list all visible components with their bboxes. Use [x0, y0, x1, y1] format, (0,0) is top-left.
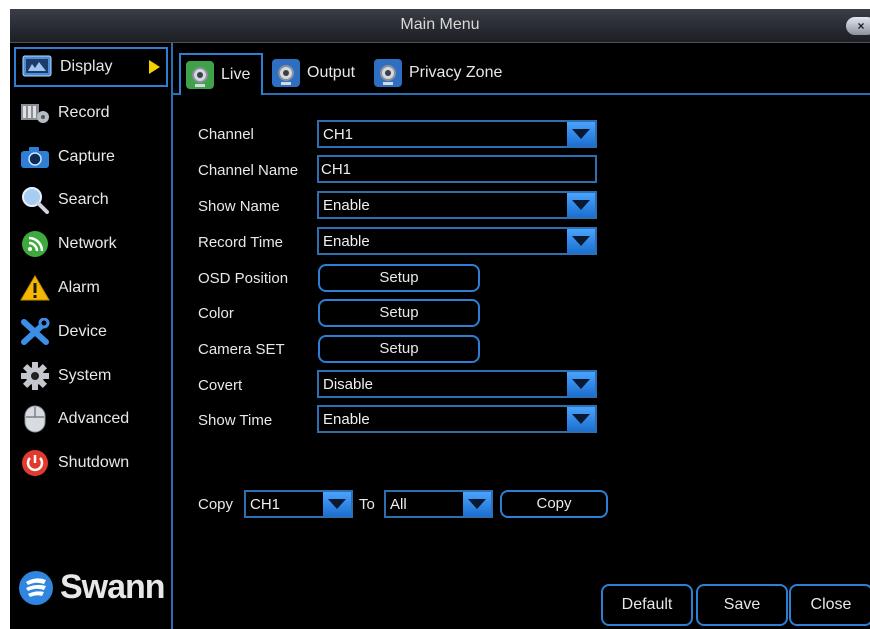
record-time-select[interactable]: Enable	[317, 227, 597, 255]
camera-icon	[20, 142, 50, 172]
show-time-select[interactable]: Enable	[317, 405, 597, 433]
main-menu-window: Main Menu × Display Record Capture Searc…	[10, 9, 870, 629]
channel-name-field[interactable]	[317, 155, 597, 183]
copy-to-select[interactable]: All	[384, 490, 493, 518]
sidebar-item-label: Alarm	[58, 279, 100, 296]
search-icon	[20, 185, 50, 215]
privacy-zone-icon	[374, 59, 402, 87]
chevron-down-icon[interactable]	[567, 229, 595, 253]
copy-button[interactable]: Copy	[500, 490, 608, 518]
sidebar-item-label: Capture	[58, 148, 115, 165]
alarm-icon	[20, 273, 50, 303]
show-name-value: Enable	[323, 196, 370, 214]
color-label: Color	[198, 305, 234, 322]
sidebar-item-alarm[interactable]: Alarm	[14, 268, 168, 308]
sidebar-item-label: Record	[58, 104, 110, 121]
covert-select[interactable]: Disable	[317, 370, 597, 398]
tab-label: Privacy Zone	[409, 64, 503, 81]
sidebar-item-label: Network	[58, 235, 117, 252]
show-time-label: Show Time	[198, 412, 273, 429]
close-button[interactable]: Close	[789, 584, 870, 626]
covert-label: Covert	[198, 377, 243, 394]
sidebar-item-label: Search	[58, 191, 109, 208]
window-title: Main Menu	[400, 16, 480, 33]
sidebar-item-device[interactable]: Device	[14, 312, 168, 352]
channel-name-input[interactable]	[321, 160, 581, 178]
chevron-down-icon[interactable]	[463, 492, 491, 516]
color-setup-button[interactable]: Setup	[318, 299, 480, 327]
chevron-down-icon[interactable]	[567, 193, 595, 217]
gear-icon	[20, 361, 50, 391]
output-icon	[272, 59, 300, 87]
sidebar-item-label: Display	[60, 58, 113, 75]
title-bar: Main Menu ×	[10, 9, 870, 43]
sidebar: Display Record Capture Search Network Al…	[10, 43, 171, 629]
chevron-down-icon[interactable]	[323, 492, 351, 516]
record-time-label: Record Time	[198, 234, 284, 251]
sidebar-item-label: System	[58, 367, 112, 384]
copy-from-value: CH1	[250, 495, 281, 513]
selected-arrow-icon	[149, 60, 160, 74]
sidebar-item-label: Advanced	[58, 410, 130, 427]
chevron-down-icon[interactable]	[567, 122, 595, 146]
tab-privacy-zone[interactable]: Privacy Zone	[369, 53, 519, 93]
chevron-down-icon[interactable]	[567, 407, 595, 431]
osd-position-setup-button[interactable]: Setup	[318, 264, 480, 292]
tab-label: Output	[307, 64, 356, 81]
channel-select[interactable]: CH1	[317, 120, 597, 148]
swann-logo: Swann	[18, 568, 166, 607]
tab-live[interactable]: Live	[179, 53, 263, 95]
sidebar-item-label: Shutdown	[58, 454, 130, 471]
default-button[interactable]: Default	[601, 584, 693, 626]
sidebar-item-search[interactable]: Search	[14, 180, 168, 220]
copy-to-label: To	[359, 496, 375, 513]
swann-logo-icon	[19, 570, 53, 605]
copy-to-value: All	[390, 495, 407, 513]
display-icon	[22, 52, 52, 82]
camera-set-setup-button[interactable]: Setup	[318, 335, 480, 363]
channel-value: CH1	[323, 125, 354, 143]
record-icon	[20, 98, 50, 128]
tab-output[interactable]: Output	[267, 53, 367, 93]
close-icon[interactable]: ×	[846, 17, 870, 35]
sidebar-item-record[interactable]: Record	[14, 93, 168, 133]
copy-from-select[interactable]: CH1	[244, 490, 353, 518]
sidebar-item-display[interactable]: Display	[14, 47, 168, 87]
record-time-value: Enable	[323, 232, 370, 250]
copy-label: Copy	[198, 496, 234, 513]
sidebar-item-system[interactable]: System	[14, 356, 168, 396]
camera-set-label: Camera SET	[198, 341, 285, 358]
chevron-down-icon[interactable]	[567, 372, 595, 396]
power-icon	[20, 448, 50, 478]
mouse-icon	[20, 404, 50, 434]
channel-label: Channel	[198, 126, 254, 143]
sidebar-item-label: Device	[58, 323, 107, 340]
covert-value: Disable	[323, 375, 374, 393]
sidebar-item-shutdown[interactable]: Shutdown	[14, 443, 168, 483]
channel-name-label: Channel Name	[198, 162, 299, 179]
network-icon	[20, 229, 50, 259]
logo-text: Swann	[60, 568, 166, 606]
show-name-label: Show Name	[198, 198, 280, 215]
sidebar-divider	[171, 43, 173, 629]
sidebar-item-network[interactable]: Network	[14, 224, 168, 264]
tab-bar: Live Output Privacy Zone	[173, 43, 870, 95]
show-name-select[interactable]: Enable	[317, 191, 597, 219]
show-time-value: Enable	[323, 410, 370, 428]
sidebar-item-advanced[interactable]: Advanced	[14, 399, 168, 439]
device-icon	[20, 317, 50, 347]
live-icon	[186, 61, 214, 89]
save-button[interactable]: Save	[696, 584, 788, 626]
sidebar-item-capture[interactable]: Capture	[14, 137, 168, 177]
tab-label: Live	[221, 66, 251, 83]
osd-position-label: OSD Position	[198, 270, 289, 287]
